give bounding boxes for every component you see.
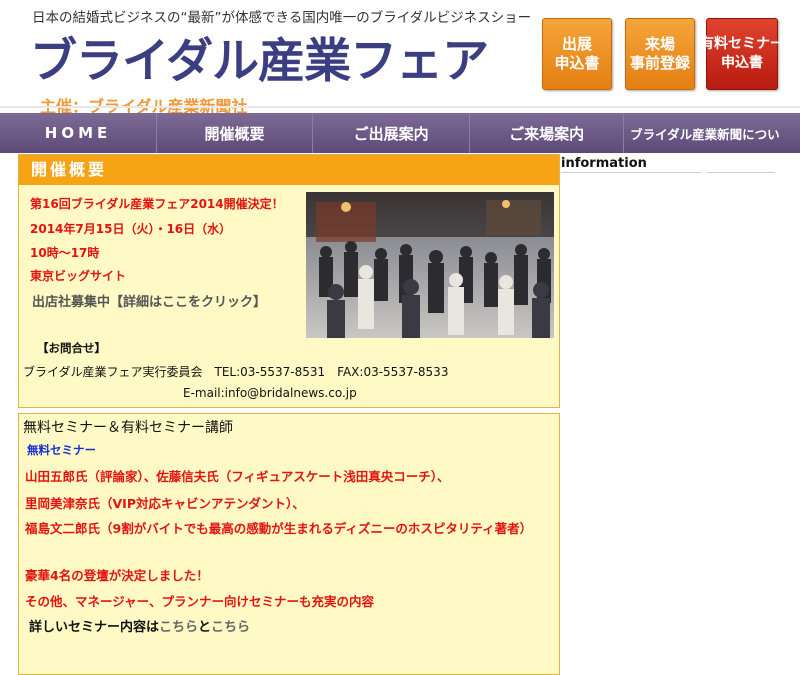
speakers-line-1: 山田五郎氏（評論家）、佐藤信夫氏（フィギュアスケート浅田真央コーチ）、	[25, 469, 450, 484]
nav-home[interactable]: HOME	[0, 113, 158, 153]
button-line: 出展	[561, 35, 592, 53]
header-divider	[0, 106, 800, 108]
event-title: 第16回ブライダル産業フェア2014開催決定！	[30, 197, 284, 211]
detail-mid: と	[198, 620, 212, 635]
free-seminar-link[interactable]: 無料セミナー	[27, 442, 96, 458]
button-line: 来場	[644, 35, 675, 53]
speakers-line-3: 福島文二郎氏（9割がバイトでも最高の感動が生まれるディズニーのホスピタリティ著者…	[25, 521, 533, 536]
contact-email[interactable]: E-mail:info@bridalnews.co.jp	[183, 386, 357, 400]
button-line: 事前登録	[629, 54, 690, 72]
exhibitor-recruit-link[interactable]: 出店社募集中【詳細はここをクリック】	[32, 291, 266, 310]
contact-line: ブライダル産業フェア実行委員会 TEL:03-5537-8531 FAX:03-…	[23, 365, 449, 379]
nav-bridal-news[interactable]: ブライダル産業新聞につい	[624, 113, 800, 153]
information-divider	[706, 172, 775, 173]
paid-seminar-application-button[interactable]: 有料セミナー 申込書	[700, 18, 784, 90]
information-heading: information	[561, 156, 647, 171]
nav-exhibitor-info[interactable]: ご出展案内	[313, 113, 471, 153]
nav-visitor-info[interactable]: ご来場案内	[470, 113, 625, 153]
event-date: 2014年7月15日（火）・16日（水）	[30, 222, 232, 236]
event-venue: 東京ビッグサイト	[30, 269, 127, 283]
button-line: 有料セミナー	[700, 36, 784, 52]
detail-link-1[interactable]: こちら	[159, 620, 198, 635]
detail-prefix: 詳しいセミナー内容は	[29, 620, 160, 635]
more-seminars: その他、マネージャー、プランナー向けセミナーも充実の内容	[25, 594, 375, 609]
event-photo	[306, 192, 554, 338]
announcement: 豪華4名の登壇が決定しました！	[25, 568, 209, 583]
contact-label: 【お問合せ】	[37, 341, 106, 355]
information-divider	[561, 172, 702, 173]
seminar-detail-line: 詳しいセミナー内容はこちらとこちら	[29, 616, 250, 635]
event-time: 10時～17時	[30, 246, 100, 260]
seminar-heading: 無料セミナー＆有料セミナー講師	[23, 420, 233, 436]
button-line: 申込書	[721, 55, 763, 71]
detail-link-2[interactable]: こちら	[211, 620, 250, 635]
overview-box: 開催概要 第16回ブライダル産業フェア2014開催決定！ 2014年7月15日（…	[18, 154, 560, 408]
seminar-box: 無料セミナー＆有料セミナー講師 無料セミナー 山田五郎氏（評論家）、佐藤信夫氏（…	[18, 413, 560, 675]
button-line: 申込書	[554, 54, 600, 72]
overview-heading: 開催概要	[19, 155, 559, 185]
exhibit-application-button[interactable]: 出展 申込書	[542, 18, 612, 90]
site-logo[interactable]: ブライダル産業フェア	[30, 22, 489, 91]
speakers-line-2: 里岡美津奈氏（VIP対応キャビンアテンダント）、	[25, 496, 305, 511]
crowd-photo-illustration	[306, 192, 554, 338]
main-nav: HOME 開催概要 ご出展案内 ご来場案内 ブライダル産業新聞につい	[0, 113, 800, 153]
visitor-registration-button[interactable]: 来場 事前登録	[625, 18, 695, 90]
nav-overview[interactable]: 開催概要	[157, 113, 314, 153]
